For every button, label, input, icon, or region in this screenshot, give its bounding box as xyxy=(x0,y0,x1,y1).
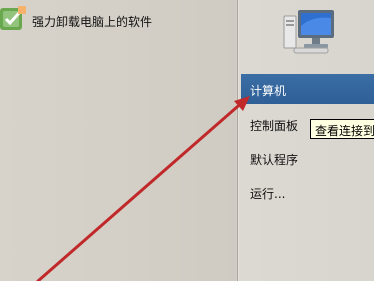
menu-item-computer[interactable]: 计算机 xyxy=(241,74,374,104)
computer-icon xyxy=(283,10,334,54)
pinned-item-label: 强力卸载电脑上的软件 xyxy=(32,15,153,29)
tooltip: 查看连接到 xyxy=(310,119,374,139)
menu-item-label: 控制面板 xyxy=(250,119,299,133)
start-menu-left-pane: 强力卸载电脑上的软件 xyxy=(0,0,236,281)
menu-item-label: 运行... xyxy=(250,187,286,201)
menu-item-label: 计算机 xyxy=(250,84,287,98)
uninstall-icon xyxy=(0,6,26,30)
tooltip-text: 查看连接到 xyxy=(315,124,374,138)
pinned-item-uninstaller[interactable]: 强力卸载电脑上的软件 xyxy=(0,4,236,34)
menu-item-run[interactable]: 运行... xyxy=(241,177,374,207)
menu-item-label: 默认程序 xyxy=(250,153,299,167)
menu-item-default-programs[interactable]: 默认程序 xyxy=(241,143,374,173)
